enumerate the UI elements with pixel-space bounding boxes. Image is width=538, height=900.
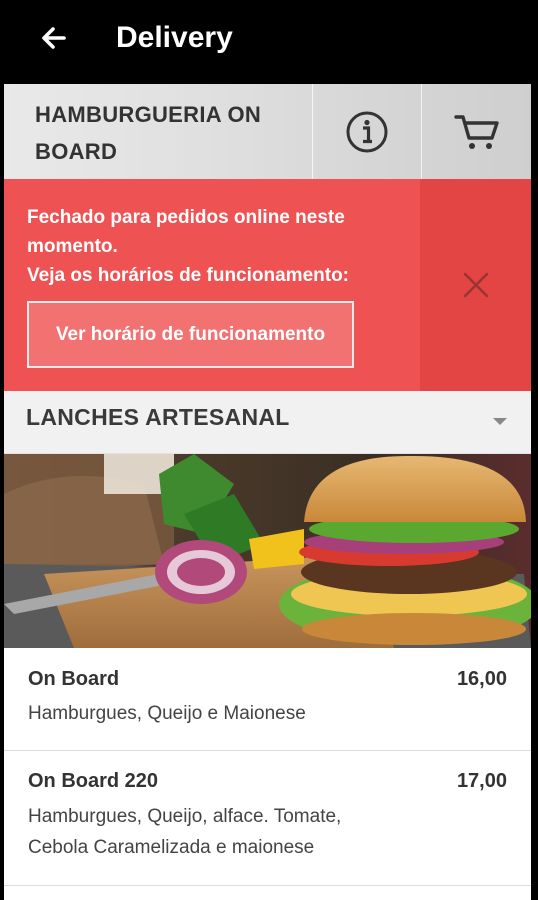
menu-item-description-line: Hamburgues, Queijo, alface. Tomate, (28, 806, 342, 827)
caret-down-icon (493, 418, 507, 425)
menu-item-description-line: Hamburgues, Queijo e Maionese (28, 703, 306, 724)
menu-item-name: On Board 220 (28, 770, 159, 792)
menu-item-price: 16,00 (456, 668, 507, 690)
category-banner-image (4, 454, 531, 648)
app-frame: Delivery HAMBURGUERIA ON BOARD Fechado p… (0, 0, 538, 900)
main-content: HAMBURGUERIA ON BOARD Fechado para pedid… (4, 84, 531, 900)
menu-item[interactable]: On Board 220 17,00 Hamburgues, Queijo, a… (4, 751, 531, 886)
menu-item-description-line: Cebola Caramelizada e maionese (28, 837, 315, 858)
menu-item-description: Hamburgues, Queijo e Maionese (28, 698, 428, 729)
notice-line-2: Veja os horários de funcionamento: (27, 265, 350, 286)
back-button[interactable] (36, 20, 72, 56)
closed-notice: Fechado para pedidos online neste moment… (4, 179, 531, 391)
page-title: Delivery (116, 21, 233, 54)
app-bar: Delivery (0, 0, 538, 84)
notice-text: Fechado para pedidos online neste moment… (27, 203, 407, 290)
divider (312, 84, 313, 179)
category-selector[interactable]: LANCHES ARTESANAL (4, 391, 531, 454)
view-hours-button[interactable]: Ver horário de funcionamento (27, 301, 354, 368)
menu-item-name: On Board (28, 668, 120, 690)
info-icon (346, 111, 388, 152)
close-icon (463, 272, 488, 298)
menu-item[interactable]: On Board 16,00 Hamburgues, Queijo e Maio… (4, 648, 531, 751)
close-notice-button[interactable] (420, 179, 531, 391)
menu-item-description: Hamburgues, Queijo, alface. Tomate, Cebo… (28, 801, 428, 863)
info-button[interactable] (314, 84, 420, 179)
restaurant-name: HAMBURGUERIA ON BOARD (35, 102, 262, 164)
category-label: LANCHES ARTESANAL (26, 404, 290, 430)
arrow-left-icon (42, 27, 66, 49)
cart-button[interactable] (422, 84, 531, 179)
notice-line-1: Fechado para pedidos online neste moment… (27, 207, 345, 257)
restaurant-header: HAMBURGUERIA ON BOARD (4, 84, 531, 179)
cart-icon (453, 114, 499, 149)
burger-photo (4, 454, 531, 648)
menu-item-price: 17,00 (456, 770, 507, 792)
